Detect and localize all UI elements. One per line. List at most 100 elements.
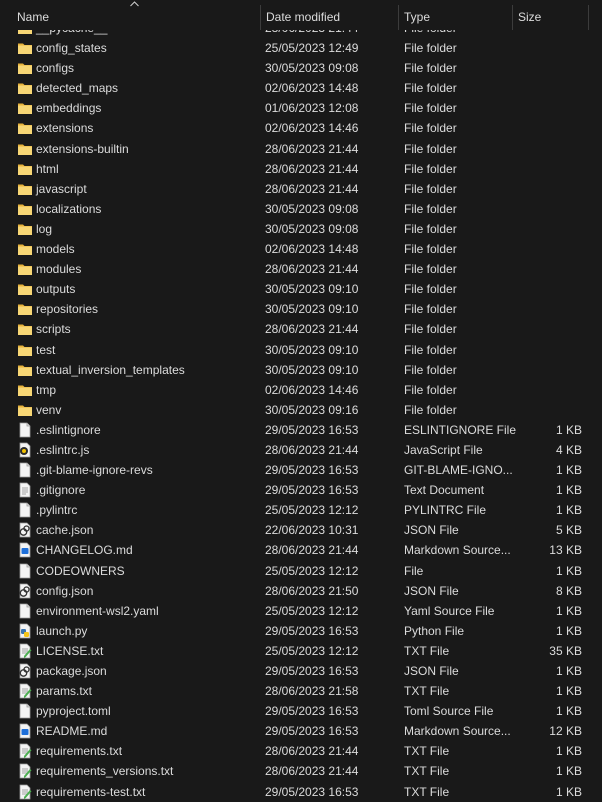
file-row[interactable]: .git-blame-ignore-revs 29/05/2023 16:53 GI… [0,460,602,480]
file-row[interactable]: configs 30/05/2023 09:08 File folder [0,58,602,78]
file-date-modified: 30/05/2023 09:16 [265,402,359,417]
file-name: config_states [36,41,107,56]
file-date-modified: 28/06/2023 21:44 [265,181,359,196]
file-row[interactable]: __pycache__ 28/06/2023 21:44 File folder [0,30,602,38]
file-date-modified: 29/05/2023 16:53 [265,784,359,799]
file-row[interactable]: .eslintrc.js 28/06/2023 21:44 JavaScript F… [0,440,602,460]
file-name: tmp [36,382,57,397]
file-row[interactable]: log 30/05/2023 09:08 File folder [0,219,602,239]
txt-file-icon [17,763,33,779]
folder-icon [17,342,33,358]
file-row[interactable]: javascript 28/06/2023 21:44 File folder [0,179,602,199]
file-date-modified: 30/05/2023 09:08 [265,221,359,236]
file-list-rows: __pycache__28/06/2023 21:44File folderco… [0,30,602,802]
file-type: TXT File [404,764,450,779]
file-row[interactable]: README.md 29/05/2023 16:53 Markdown Source… [0,721,602,741]
column-divider[interactable] [512,5,513,30]
file-row[interactable]: test 30/05/2023 09:10 File folder [0,340,602,360]
file-row[interactable]: requirements-test.txt 29/05/2023 16:53 TXT… [0,782,602,802]
file-name: .git-blame-ignore-revs [36,463,153,478]
file-type: TXT File [404,784,450,799]
file-row[interactable]: extensions 02/06/2023 14:46 File folder [0,118,602,138]
file-row[interactable]: embeddings 01/06/2023 12:08 File folder [0,98,602,118]
file-row[interactable]: requirements.txt 28/06/2023 21:44 TXT File… [0,741,602,761]
file-size: 1 KB [555,463,582,478]
file-row[interactable]: .pylintrc 25/05/2023 12:12 PYLINTRC File 1 … [0,500,602,520]
file-size: 1 KB [555,623,582,638]
file-row[interactable]: CHANGELOG.md 28/06/2023 21:44 Markdown Sou… [0,540,602,560]
file-row[interactable]: outputs 30/05/2023 09:10 File folder [0,279,602,299]
file-row[interactable]: scripts 28/06/2023 21:44 File folder [0,319,602,339]
file-name: pyproject.toml [36,704,111,719]
file-row[interactable]: pyproject.toml 29/05/2023 16:53 Toml Sourc… [0,701,602,721]
file-type: File folder [404,302,457,317]
file-type: JavaScript File [404,442,483,457]
file-row[interactable]: modules 28/06/2023 21:44 File folder [0,259,602,279]
file-row[interactable]: tmp 02/06/2023 14:46 File folder [0,380,602,400]
file-row[interactable]: html 28/06/2023 21:44 File folder [0,159,602,179]
file-size: 1 KB [555,764,582,779]
file-date-modified: 28/06/2023 21:58 [265,684,359,699]
column-header-size[interactable]: Size [518,0,541,30]
file-row[interactable]: cache.json 22/06/2023 10:31 JSON File 5 KB [0,520,602,540]
sort-ascending-icon[interactable] [130,1,139,7]
file-name: README.md [36,724,108,739]
file-row[interactable]: package.json 29/05/2023 16:53 JSON File 1 K… [0,661,602,681]
file-date-modified: 30/05/2023 09:08 [265,61,359,76]
file-row[interactable]: detected_maps 02/06/2023 14:48 File folder [0,78,602,98]
file-type: File folder [404,201,457,216]
file-size: 12 KB [549,724,582,739]
column-header-type[interactable]: Type [404,0,430,30]
file-date-modified: 28/06/2023 21:44 [265,161,359,176]
file-name: .eslintignore [36,422,101,437]
file-row[interactable]: environment-wsl2.yaml 25/05/2023 12:12 Yam… [0,601,602,621]
file-name: .gitignore [36,483,86,498]
file-name: requirements-test.txt [36,784,146,799]
file-name: log [36,221,53,236]
folder-icon [17,60,33,76]
file-row[interactable]: launch.py 29/05/2023 16:53 Python File 1 KB [0,621,602,641]
txt-file-icon [17,683,33,699]
file-row[interactable]: venv 30/05/2023 09:16 File folder [0,400,602,420]
file-size: 5 KB [555,523,582,538]
file-date-modified: 02/06/2023 14:48 [265,81,359,96]
file-date-modified: 28/06/2023 21:50 [265,583,359,598]
file-row[interactable]: CODEOWNERS 25/05/2023 12:12 File 1 KB [0,561,602,581]
blank-file-icon [17,703,33,719]
file-date-modified: 30/05/2023 09:10 [265,362,359,377]
file-type: Yaml Source File [404,603,495,618]
column-header-date[interactable]: Date modified [266,0,340,30]
file-row[interactable]: config.json 28/06/2023 21:50 JSON File 8 KB [0,581,602,601]
column-header-name[interactable]: Name [17,0,49,30]
file-type: JSON File [404,664,459,678]
file-type: File folder [404,221,457,236]
column-divider[interactable] [588,5,589,30]
file-row[interactable]: models 02/06/2023 14:48 File folder [0,239,602,259]
column-divider[interactable] [260,5,261,30]
file-type: File folder [404,402,457,417]
file-name: LICENSE.txt [36,643,104,658]
file-size: 1 KB [555,503,582,518]
column-divider[interactable] [398,5,399,30]
file-type: File folder [404,30,457,38]
file-row[interactable]: params.txt 28/06/2023 21:58 TXT File 1 KB [0,681,602,701]
column-header-bar: Name Date modified Type Size [0,0,602,30]
file-row[interactable]: localizations 30/05/2023 09:08 File folder [0,199,602,219]
folder-icon [17,321,33,337]
file-row[interactable]: config_states 25/05/2023 12:49 File folder [0,38,602,58]
json-file-icon [17,663,33,679]
file-size: 1 KB [555,422,582,437]
file-row[interactable]: extensions-builtin 28/06/2023 21:44 File f… [0,139,602,159]
file-row[interactable]: repositories 30/05/2023 09:10 File folder [0,299,602,319]
file-size: 1 KB [555,664,582,678]
file-row[interactable]: .eslintignore 29/05/2023 16:53 ESLINTIGNOR… [0,420,602,440]
file-row[interactable]: .gitignore 29/05/2023 16:53 Text Document 1… [0,480,602,500]
file-row[interactable]: textual_inversion_templates 30/05/2023 09… [0,360,602,380]
file-row[interactable]: requirements_versions.txt 28/06/2023 21:4… [0,761,602,781]
txt-file-icon [17,643,33,659]
file-type: File folder [404,41,457,56]
file-name: .eslintrc.js [36,442,90,457]
file-date-modified: 28/06/2023 21:44 [265,764,359,779]
file-row[interactable]: LICENSE.txt 25/05/2023 12:12 TXT File 35 KB [0,641,602,661]
blank-file-icon [17,462,33,478]
